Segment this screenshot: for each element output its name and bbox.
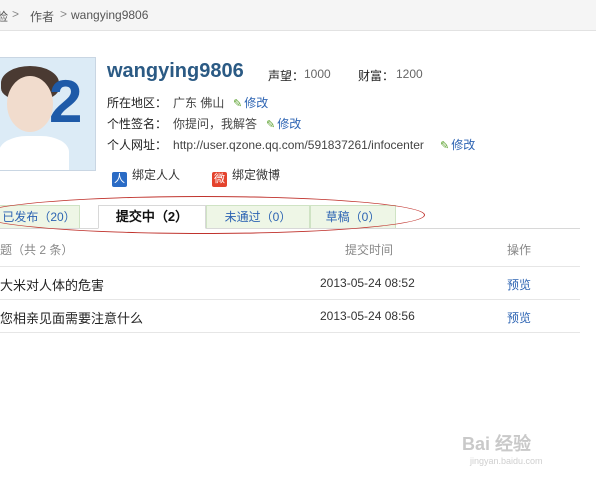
breadcrumb-item-author[interactable]: 作者: [30, 8, 54, 25]
weibo-icon: 微: [212, 172, 227, 187]
bind-renren-button[interactable]: 人绑定人人: [112, 166, 180, 187]
edit-region-button[interactable]: ✎ 修改: [233, 94, 268, 111]
edit-label: 修改: [451, 138, 476, 152]
pencil-icon: ✎: [233, 98, 243, 110]
row-divider: [0, 332, 580, 333]
column-header-action: 操作: [507, 243, 532, 257]
region-row: 所在地区： 广东 佛山: [107, 94, 224, 111]
region-label: 所在地区：: [107, 96, 168, 110]
bind-renren-label: 绑定人人: [132, 168, 181, 182]
tabs-divider: [0, 228, 580, 229]
row-title[interactable]: 您相亲见面需要注意什么: [0, 308, 143, 327]
breadcrumb-separator-icon: >: [60, 7, 68, 21]
wealth-label: 财富：: [358, 69, 395, 83]
signature-label: 个性签名：: [107, 117, 168, 131]
signature-row: 个性签名： 你提问，我解答: [107, 115, 257, 132]
row-divider: [0, 299, 580, 300]
column-header-title: 题（共 2 条）: [0, 243, 74, 257]
row-time: 2013-05-24 08:52: [320, 276, 415, 290]
reputation-value: 1000: [304, 67, 331, 81]
breadcrumb-item-current: wangying9806: [71, 8, 149, 22]
reputation-label: 声望：: [268, 69, 305, 83]
edit-signature-button[interactable]: ✎ 修改: [266, 115, 301, 132]
edit-label: 修改: [244, 96, 269, 110]
tab-submitting[interactable]: 提交中（2）: [98, 205, 206, 229]
wealth-value: 1200: [396, 67, 423, 81]
row-title[interactable]: 大米对人体的危害: [0, 275, 104, 294]
edit-label: 修改: [277, 117, 302, 131]
preview-link[interactable]: 预览: [507, 309, 531, 326]
signature-value: 你提问，我解答: [173, 117, 258, 131]
tab-published[interactable]: 已发布（20）: [0, 205, 80, 228]
edit-website-button[interactable]: ✎ 修改: [440, 136, 475, 153]
website-row: 个人网址： http://user.qzone.qq.com/591837261/…: [107, 136, 424, 153]
avatar-number: 2: [49, 68, 83, 135]
pencil-icon: ✎: [440, 140, 450, 152]
avatar[interactable]: 2: [0, 57, 96, 171]
renren-icon: 人: [112, 172, 127, 187]
breadcrumb-separator-icon: >: [12, 7, 20, 21]
column-header-time: 提交时间: [345, 243, 394, 257]
preview-link[interactable]: 预览: [507, 276, 531, 293]
website-label: 个人网址：: [107, 138, 168, 152]
tab-rejected[interactable]: 未通过（0）: [206, 205, 310, 228]
row-divider: [0, 266, 580, 267]
watermark-url: jingyan.baidu.com: [470, 456, 543, 466]
pencil-icon: ✎: [266, 119, 276, 131]
bind-weibo-button[interactable]: 微绑定微博: [212, 166, 280, 187]
website-link[interactable]: http://user.qzone.qq.com/591837261/infoc…: [173, 138, 424, 152]
tab-drafts[interactable]: 草稿（0）: [310, 205, 396, 228]
username[interactable]: wangying9806: [107, 60, 244, 83]
watermark-logo: Bai 经验: [462, 434, 532, 454]
bind-weibo-label: 绑定微博: [232, 168, 281, 182]
breadcrumb-item-home[interactable]: 脸: [0, 8, 8, 25]
breadcrumb-bar: 脸 > 作者 > wangying9806: [0, 0, 596, 31]
region-value: 广东 佛山: [173, 96, 225, 110]
row-time: 2013-05-24 08:56: [320, 309, 415, 323]
